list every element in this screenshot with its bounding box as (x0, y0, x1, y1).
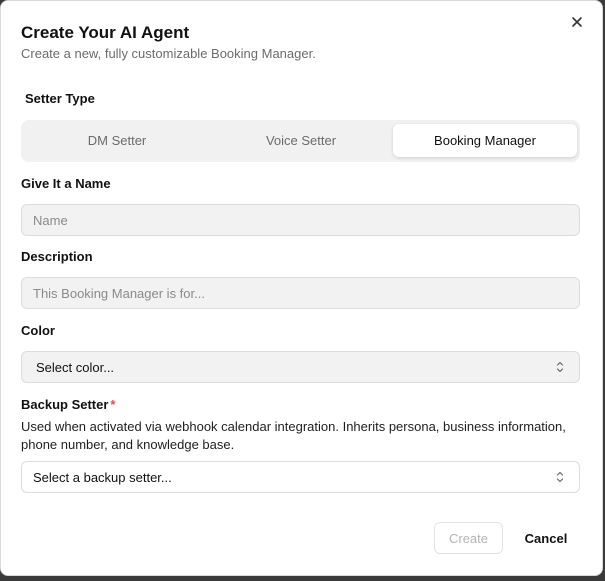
cancel-button[interactable]: Cancel (516, 522, 576, 554)
backup-setter-label: Backup Setter * (21, 397, 115, 412)
chevron-up-down-icon (556, 471, 564, 483)
tab-booking-manager[interactable]: Booking Manager (393, 124, 577, 157)
color-select-value: Select color... (36, 359, 115, 375)
close-icon[interactable] (570, 15, 584, 29)
create-agent-dialog: Create Your AI Agent Create a new, fully… (0, 0, 603, 576)
backup-setter-help: Used when activated via webhook calendar… (21, 419, 566, 452)
tab-dm-setter[interactable]: DM Setter (25, 124, 209, 157)
setter-type-segmented-control: DM Setter Voice Setter Booking Manager (21, 120, 580, 162)
setter-type-label: Setter Type (25, 91, 95, 106)
backup-setter-select-value: Select a backup setter... (33, 469, 172, 485)
description-label: Description (21, 249, 93, 264)
create-button[interactable]: Create (434, 522, 503, 554)
name-label: Give It a Name (21, 176, 111, 191)
chevron-up-down-icon (556, 361, 564, 373)
backup-setter-select[interactable]: Select a backup setter... (21, 461, 580, 493)
name-input[interactable] (21, 204, 580, 236)
backup-setter-label-text: Backup Setter (21, 397, 109, 412)
color-select[interactable]: Select color... (21, 351, 580, 383)
tab-voice-setter[interactable]: Voice Setter (209, 124, 393, 157)
dialog-title: Create Your AI Agent (21, 23, 190, 42)
color-label: Color (21, 323, 55, 338)
description-input[interactable] (21, 277, 580, 309)
dialog-subtitle: Create a new, fully customizable Booking… (21, 46, 316, 61)
required-marker: * (110, 397, 116, 412)
